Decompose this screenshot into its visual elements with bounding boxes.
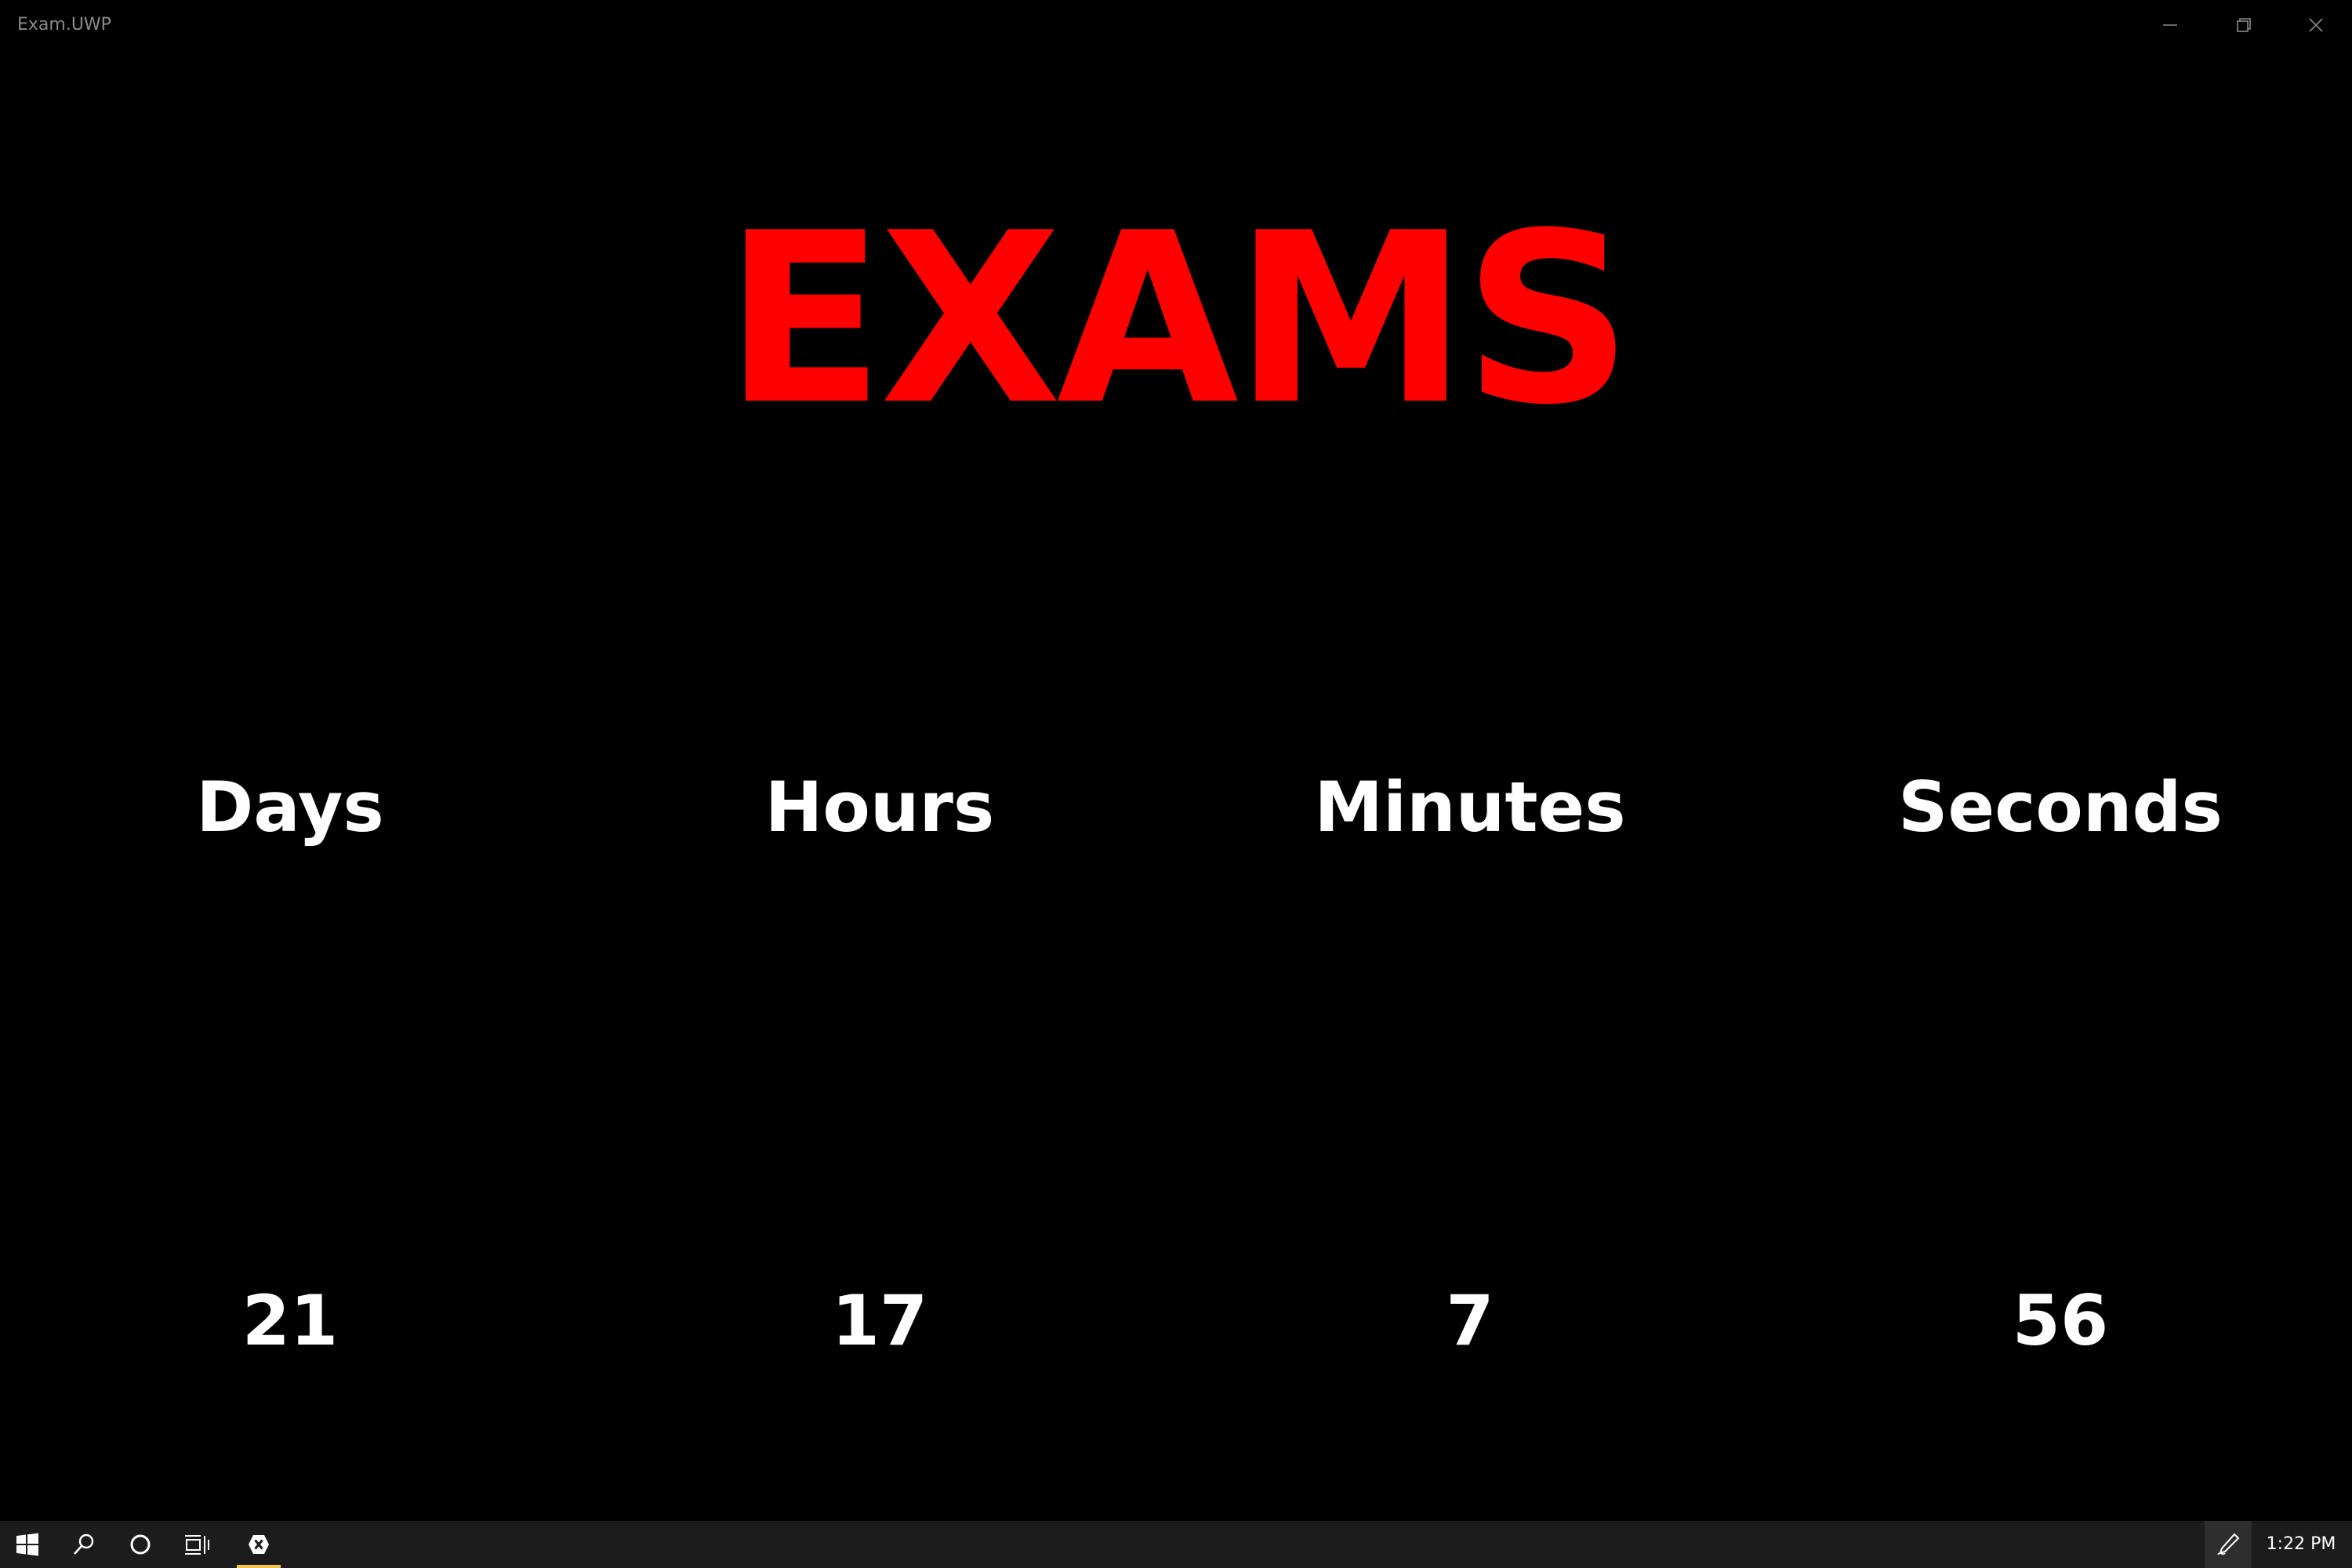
minimize-button[interactable] [2134,0,2206,50]
windows-start-icon [16,1533,38,1556]
hours-value: 17 [831,1280,928,1361]
search-button[interactable] [56,1521,111,1568]
taskbar: 1:22 PM [0,1521,2352,1568]
taskbar-app-exam[interactable] [235,1521,282,1568]
restore-icon [2237,18,2251,32]
days-value: 21 [241,1280,339,1361]
title-bar[interactable]: Exam.UWP [0,0,2352,50]
close-icon [2309,18,2323,32]
start-button[interactable] [0,1521,55,1568]
seconds-value: 56 [2012,1280,2109,1361]
minutes-label: Minutes [1314,767,1626,848]
minimize-icon [2163,24,2177,26]
taskbar-clock[interactable]: 1:22 PM [2258,1521,2344,1568]
hours-label: Hours [764,767,995,848]
xamarin-app-icon [249,1535,269,1554]
restore-button[interactable] [2208,0,2280,50]
task-view-icon [185,1535,209,1555]
seconds-label: Seconds [1898,767,2223,848]
pen-workspace-icon [2217,1533,2240,1555]
running-indicator [237,1565,281,1568]
cortana-button[interactable] [113,1521,168,1568]
close-button[interactable] [2280,0,2352,50]
minutes-value: 7 [1446,1280,1494,1361]
app-window: Exam.UWP EXAMS Days Hours Minutes Second… [0,0,2352,1568]
window-title: Exam.UWP [17,15,111,34]
cortana-icon [130,1534,151,1555]
days-label: Days [196,767,384,848]
search-icon [74,1534,94,1555]
page-title: EXAMS [724,183,1632,456]
task-view-button[interactable] [169,1521,224,1568]
pen-workspace-button[interactable] [2205,1521,2252,1568]
